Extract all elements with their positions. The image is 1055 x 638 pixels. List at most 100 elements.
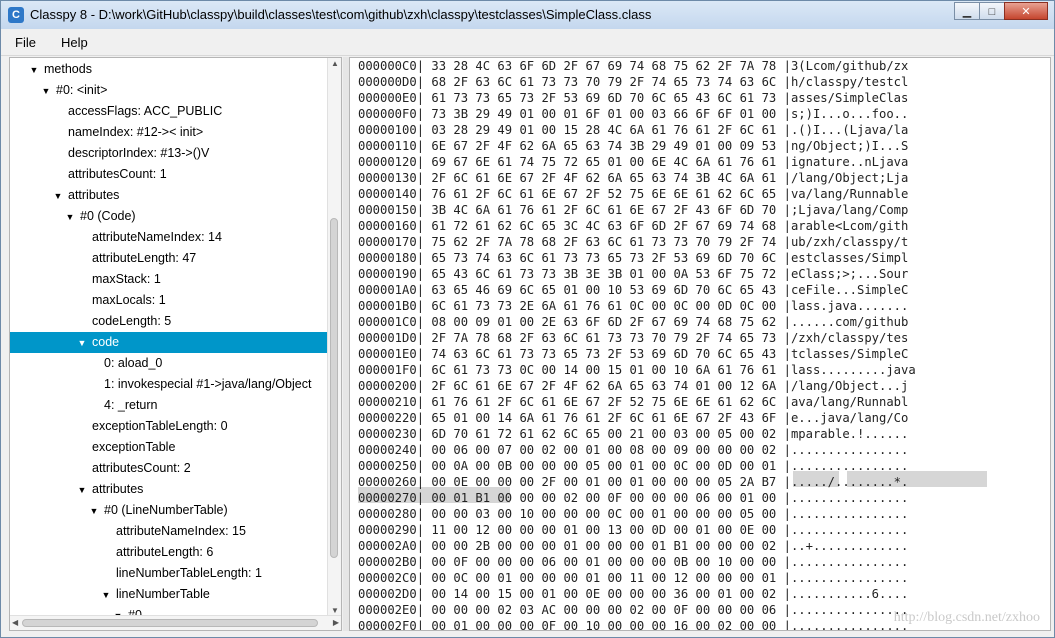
tree-node[interactable]: ▼ methods [10,59,329,80]
title-bar[interactable]: C Classpy 8 - D:\work\GitHub\classpy\bui… [1,1,1054,29]
hex-ascii: ub/zxh/classpy/t [790,235,909,249]
hex-address: 00000240 [358,443,417,457]
hex-ascii: ..+............. [790,539,909,553]
hex-row: 000002C0| 00 0C 00 01 00 00 00 01 00 11 … [358,570,908,586]
menu-help[interactable]: Help [61,35,88,50]
tree-node[interactable]: descriptorIndex: #13->()V [10,143,329,164]
tree-vertical-scrollbar[interactable]: ▲ ▼ [327,58,341,616]
menu-file[interactable]: File [15,35,36,50]
tree-node-label: #0 (Code) [80,209,136,223]
expand-arrow-icon[interactable]: ▼ [28,60,40,81]
minimize-button[interactable]: ▁ [954,2,980,20]
scroll-right-icon[interactable]: ▶ [333,618,339,627]
tree-node[interactable]: ▼ #0: <init> [10,80,329,101]
hex-ascii: ................ [790,603,909,617]
tree-node[interactable]: exceptionTable [10,437,329,458]
hex-row: 000001D0| 2F 7A 78 68 2F 63 6C 61 73 73 … [358,330,908,346]
hex-bytes: 73 3B 29 49 01 00 01 6F 01 00 03 66 6F 6… [431,107,777,121]
tree-node[interactable]: codeLength: 5 [10,311,329,332]
tree-node[interactable]: maxLocals: 1 [10,290,329,311]
tree-horizontal-scrollbar[interactable]: ◀ ▶ [10,615,341,630]
hex-separator: | [776,283,791,297]
tree-node[interactable]: 4: _return [10,395,329,416]
tree-node[interactable]: ▼ attributes [10,479,329,500]
hex-row: 00000150| 3B 4C 6A 61 76 61 2F 6C 61 6E … [358,202,908,218]
window-controls: ▁ □ ✕ [954,2,1048,20]
tree-horizontal-scroll-thumb[interactable] [22,619,318,627]
hex-address: 000002D0 [358,587,417,601]
expand-arrow-icon[interactable]: ▼ [88,501,100,522]
tree-node[interactable]: ▼ lineNumberTable [10,584,329,605]
hex-separator: | [776,555,791,569]
tree-node-selected[interactable]: ▼ code [10,332,329,353]
tree-node[interactable]: attributeLength: 47 [10,248,329,269]
scroll-down-icon[interactable]: ▼ [331,606,339,615]
hex-separator: | [776,203,791,217]
hex-row: 00000230| 6D 70 61 72 61 62 6C 65 00 21 … [358,426,908,442]
hex-bytes: 08 00 09 01 00 2E 63 6F 6D 2F 67 69 74 6… [431,315,777,329]
tree-node[interactable]: attributesCount: 2 [10,458,329,479]
hex-separator: | [776,299,791,313]
tree-node[interactable]: accessFlags: ACC_PUBLIC [10,101,329,122]
scroll-left-icon[interactable]: ◀ [12,618,18,627]
close-button[interactable]: ✕ [1004,2,1048,20]
hex-address: 00000160 [358,219,417,233]
hex-address: 00000280 [358,507,417,521]
hex-separator: | [776,251,791,265]
hex-separator: | [776,411,791,425]
hex-ascii: ................ [790,555,909,569]
hex-separator: | [416,459,432,473]
tree-node[interactable]: exceptionTableLength: 0 [10,416,329,437]
hex-separator: | [776,619,791,631]
hex-bytes: 00 06 00 07 00 02 00 01 00 08 00 09 00 0… [431,443,777,457]
tree-vertical-scroll-thumb[interactable] [330,218,338,558]
tree-node-label: #0: <init> [56,83,108,97]
window-title: Classpy 8 - D:\work\GitHub\classpy\build… [30,7,652,22]
tree-node[interactable]: attributeLength: 6 [10,542,329,563]
tree-node[interactable]: lineNumberTableLength: 1 [10,563,329,584]
hex-ascii: ................ [790,619,909,631]
hex-bytes: 3B 4C 6A 61 76 61 2F 6C 61 6E 67 2F 43 6… [431,203,777,217]
hex-separator: | [416,139,432,153]
hex-bytes: 61 72 61 62 6C 65 3C 4C 63 6F 6D 2F 67 6… [431,219,777,233]
tree-node[interactable]: ▼ #0 (LineNumberTable) [10,500,329,521]
hex-row: 00000160| 61 72 61 62 6C 65 3C 4C 63 6F … [358,218,908,234]
hex-bytes: 00 0C 00 01 00 00 00 01 00 11 00 12 00 0… [431,571,777,585]
expand-arrow-icon[interactable]: ▼ [76,480,88,501]
expand-arrow-icon[interactable]: ▼ [100,585,112,606]
tree-node[interactable]: maxStack: 1 [10,269,329,290]
hex-ascii: 3(Lcom/github/zx [790,59,909,73]
hex-separator: | [416,331,432,345]
hex-bytes: 00 0A 00 0B 00 00 00 05 00 01 00 0C 00 0… [431,459,777,473]
tree-node[interactable]: attributeNameIndex: 14 [10,227,329,248]
hex-separator: | [776,539,791,553]
tree-node-label: methods [44,62,92,76]
hex-ascii: /lang/Object...j [790,379,909,393]
tree-node-label: code [92,335,120,349]
hex-view-pane[interactable]: 000000C0 | 33 28 4C 63 6F 6D 2F 67 69 74 … [349,57,1051,631]
tree-node[interactable]: ▼ #0 (Code) [10,206,329,227]
tree-node[interactable]: 0: aload_0 [10,353,329,374]
expand-arrow-icon[interactable]: ▼ [52,186,64,207]
tree-node[interactable]: attributeNameIndex: 15 [10,521,329,542]
hex-separator: | [416,347,432,361]
hex-separator: | [416,155,432,169]
expand-arrow-icon[interactable]: ▼ [40,81,52,102]
hex-bytes: 00 0E 00 00 00 2F 00 01 00 01 00 00 00 0… [431,475,777,489]
hex-ascii: s;)I...o...foo.. [790,107,909,121]
scroll-up-icon[interactable]: ▲ [331,59,339,68]
hex-row: 00000130| 2F 6C 61 6E 67 2F 4F 62 6A 65 … [358,170,908,186]
expand-arrow-icon[interactable]: ▼ [76,333,88,354]
tree-node[interactable]: attributesCount: 1 [10,164,329,185]
hex-separator: | [776,347,791,361]
hex-bytes: 69 67 6E 61 74 75 72 65 01 00 6E 4C 6A 6… [431,155,777,169]
tree-node[interactable]: ▼ attributes [10,185,329,206]
tree-node[interactable]: 1: invokespecial #1->java/lang/Object [10,374,329,395]
hex-row: 000001B0| 6C 61 73 73 2E 6A 61 76 61 0C … [358,298,908,314]
hex-bytes: 65 73 74 63 6C 61 73 73 65 73 2F 53 69 6… [431,251,777,265]
expand-arrow-icon[interactable]: ▼ [64,207,76,228]
maximize-button[interactable]: □ [979,2,1005,20]
hex-address: 000000D0 [358,75,417,89]
structure-tree[interactable]: ▼ methods ▼ #0: <init> accessFlags: ACC_PUBL… [10,58,329,616]
tree-node[interactable]: nameIndex: #12->< init> [10,122,329,143]
